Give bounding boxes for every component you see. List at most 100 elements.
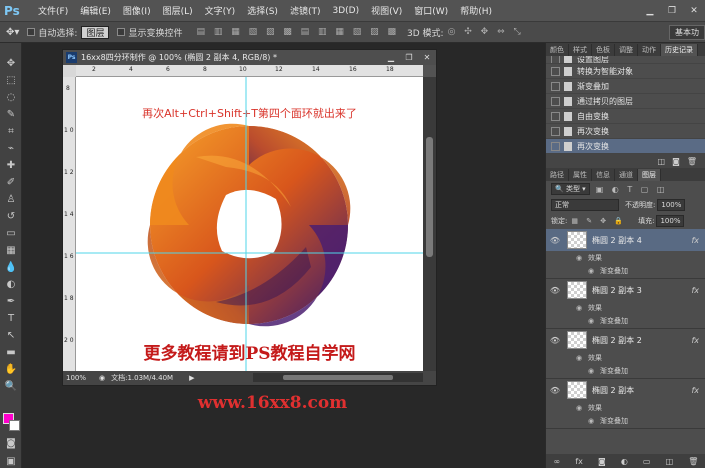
dodge-icon[interactable]: ◐: [0, 276, 22, 293]
history-item[interactable]: 自由变换: [546, 109, 705, 124]
visibility-eye-icon[interactable]: 👁: [546, 336, 564, 345]
effect-eye-icon[interactable]: ◉: [582, 367, 600, 375]
fx-icon[interactable]: fx: [691, 236, 699, 245]
tab-channels[interactable]: 通道: [615, 169, 638, 181]
menu-help[interactable]: 帮助(H): [454, 4, 498, 17]
menu-layer[interactable]: 图层(L): [157, 4, 199, 17]
menu-type[interactable]: 文字(Y): [199, 4, 242, 17]
3d-tool-icons[interactable]: ◎ ✣ ✥ ⇔ ⤡: [448, 27, 524, 37]
doc-restore-icon[interactable]: ❐: [400, 51, 418, 64]
effects-eye-icon[interactable]: ◉: [570, 304, 588, 312]
close-icon[interactable]: ✕: [683, 0, 705, 21]
path-select-icon[interactable]: ↖: [0, 327, 22, 344]
history-item[interactable]: 再次变换: [546, 124, 705, 139]
fx-icon[interactable]: fx: [691, 286, 699, 295]
tab-properties[interactable]: 属性: [569, 169, 592, 181]
effects-eye-icon[interactable]: ◉: [570, 254, 588, 262]
eraser-icon[interactable]: ▭: [0, 225, 22, 242]
effect-eye-icon[interactable]: ◉: [582, 267, 600, 275]
maximize-icon[interactable]: ❐: [661, 0, 683, 21]
fx-icon[interactable]: fx: [691, 336, 699, 345]
document-tab[interactable]: Ps 16xx8四分环制作 @ 100% (椭圆 2 副本 4, RGB/8) …: [63, 50, 436, 65]
mask-icon[interactable]: ◙: [598, 457, 606, 466]
shape-icon[interactable]: ▬: [0, 344, 22, 361]
opacity-field[interactable]: 100%: [657, 199, 686, 211]
lock-icons[interactable]: ▦ ✎ ✥ 🔒: [571, 217, 626, 225]
type-icon[interactable]: T: [0, 310, 22, 327]
tab-history[interactable]: 历史记录: [661, 44, 698, 56]
layer-item[interactable]: 👁 椭圆 2 副本 2 fx ◉ 效果 ◉ 渐变叠加: [546, 329, 705, 379]
history-item-selected[interactable]: 再次变换: [546, 139, 705, 154]
canvas[interactable]: 再次Alt+Ctrl+Shift+T第四个面环就出来了 更多教程请到PS教程自学…: [76, 77, 423, 372]
menu-view[interactable]: 视图(V): [365, 4, 408, 17]
layer-item[interactable]: 👁 椭圆 2 副本 4 fx ◉ 效果 ◉ 渐变叠加: [546, 229, 705, 279]
new-document-icon[interactable]: ◫: [658, 157, 666, 166]
tab-styles[interactable]: 样式: [569, 44, 592, 56]
eyedropper-icon[interactable]: ⌁: [0, 140, 22, 157]
hand-icon[interactable]: ✋: [0, 361, 22, 378]
delete-layer-icon[interactable]: 🗑: [688, 457, 698, 466]
tab-swatches[interactable]: 色板: [592, 44, 615, 56]
fx-add-icon[interactable]: fx: [575, 457, 583, 466]
menu-window[interactable]: 窗口(W): [408, 4, 454, 17]
stamp-icon[interactable]: ♙: [0, 191, 22, 208]
healing-icon[interactable]: ✚: [0, 157, 22, 174]
filter-icons[interactable]: ▣ ◐ T ▢ ◫: [596, 185, 668, 194]
history-item[interactable]: 转换为智能对象: [546, 64, 705, 79]
show-transform-checkbox[interactable]: [117, 28, 126, 36]
menu-3d[interactable]: 3D(D): [326, 6, 365, 16]
fill-field[interactable]: 100%: [656, 215, 685, 227]
tab-info[interactable]: 信息: [592, 169, 615, 181]
vertical-scrollbar[interactable]: [423, 77, 436, 372]
snapshot-icon[interactable]: ◙: [672, 157, 680, 166]
visibility-eye-icon[interactable]: 👁: [546, 236, 564, 245]
layer-item[interactable]: 👁 椭圆 2 副本 fx ◉ 效果 ◉ 渐变叠加: [546, 379, 705, 429]
history-item[interactable]: 通过拷贝的图层: [546, 94, 705, 109]
new-layer-icon[interactable]: ◫: [666, 457, 674, 466]
brush-icon[interactable]: ✐: [0, 174, 22, 191]
visibility-eye-icon[interactable]: 👁: [546, 386, 564, 395]
horizontal-ruler[interactable]: 2 4 6 8 10 12 14 16 18: [76, 65, 423, 77]
fx-icon[interactable]: fx: [691, 386, 699, 395]
move-tool-icon[interactable]: ✥▾: [6, 27, 19, 38]
scroll-thumb[interactable]: [426, 137, 433, 257]
background-color[interactable]: [9, 420, 20, 431]
quick-mask-icon[interactable]: ◙: [0, 435, 22, 452]
group-icon[interactable]: ▭: [643, 457, 651, 466]
effects-eye-icon[interactable]: ◉: [570, 404, 588, 412]
marquee-icon[interactable]: ⬚: [0, 72, 22, 89]
blur-icon[interactable]: 💧: [0, 259, 22, 276]
filter-dropdown[interactable]: 🔍 类型 ▾: [551, 183, 590, 195]
tab-color[interactable]: 颜色: [546, 44, 569, 56]
history-item[interactable]: 渐变叠加: [546, 79, 705, 94]
tab-adjustments[interactable]: 调整: [615, 44, 638, 56]
crop-icon[interactable]: ⌗: [0, 123, 22, 140]
tab-layers[interactable]: 图层: [638, 169, 661, 181]
menu-edit[interactable]: 编辑(E): [74, 4, 117, 17]
menu-file[interactable]: 文件(F): [32, 4, 74, 17]
effect-eye-icon[interactable]: ◉: [582, 417, 600, 425]
lasso-icon[interactable]: ◌: [0, 89, 22, 106]
quick-select-icon[interactable]: ✎: [0, 106, 22, 123]
move-icon[interactable]: ✥: [0, 55, 22, 72]
menu-image[interactable]: 图像(I): [117, 4, 157, 17]
gradient-icon[interactable]: ▦: [0, 242, 22, 259]
doc-close-icon[interactable]: ✕: [418, 51, 436, 64]
align-icons[interactable]: ▤ ▥ ▦ ▧ ▨ ▩ ▤ ▥ ▦ ▧ ▨ ▩: [196, 27, 399, 37]
tab-actions[interactable]: 动作: [638, 44, 661, 56]
vertical-ruler[interactable]: 8 1 0 1 2 1 4 1 6 1 8 2 0: [63, 77, 76, 372]
effects-eye-icon[interactable]: ◉: [570, 354, 588, 362]
history-brush-icon[interactable]: ↺: [0, 208, 22, 225]
workspace-switcher[interactable]: 基本功: [669, 25, 705, 40]
adjustment-icon[interactable]: ◐: [621, 457, 628, 466]
menu-select[interactable]: 选择(S): [241, 4, 284, 17]
trash-icon[interactable]: 🗑: [687, 157, 697, 166]
link-icon[interactable]: ∞: [554, 457, 561, 466]
effect-eye-icon[interactable]: ◉: [582, 317, 600, 325]
pen-icon[interactable]: ✒: [0, 293, 22, 310]
auto-select-checkbox[interactable]: [27, 28, 36, 36]
doc-minimize-icon[interactable]: ▁: [382, 51, 400, 64]
minimize-icon[interactable]: ▁: [639, 0, 661, 21]
scroll-thumb[interactable]: [283, 375, 393, 380]
screen-mode-icon[interactable]: ▣: [0, 453, 22, 468]
